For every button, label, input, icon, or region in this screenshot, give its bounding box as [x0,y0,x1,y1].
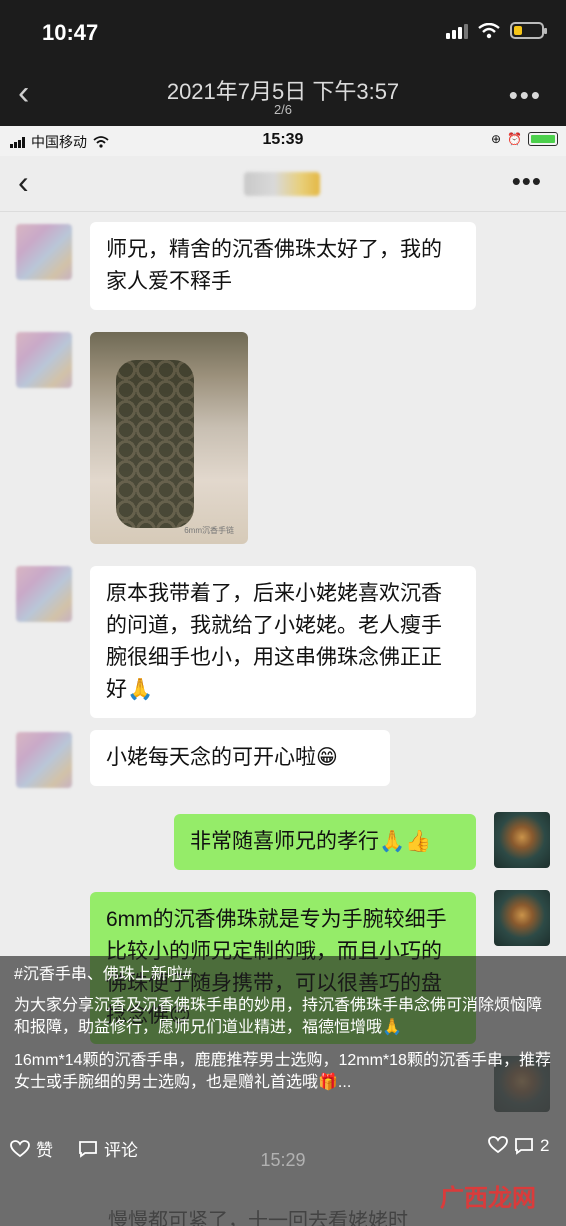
message-bubble: 原本我带着了，后来小姥姥喜欢沉香的问道，我就给了小姥姥。老人瘦手腕很细手也小，用… [90,566,476,718]
chat-header: ‹ ••• [0,156,566,212]
device-clock: 10:47 [42,20,99,45]
more-options-button[interactable]: ••• [509,80,542,111]
heart-icon [488,1136,508,1154]
friend-avatar[interactable] [16,732,72,788]
device-status-bar: 10:47 [0,0,566,64]
cellular-signal-icon [446,23,468,39]
post-paragraph[interactable]: 16mm*14颗的沉香手串，鹿鹿推荐男士选购，12mm*18颗的沉香手串，推荐女… [14,1050,554,1094]
post-paragraph: 为大家分享沉香及沉香佛珠手串的妙用，持沉香佛珠手串念佛可消除烦恼障和报障，助益修… [14,997,543,1036]
chat-back-button[interactable]: ‹ [18,164,29,201]
post-caption-overlay: #沉香手串、佛珠上新啦# 为大家分享沉香及沉香佛珠手串的妙用，持沉香佛珠手串念佛… [0,956,566,1226]
my-message-bubble: 非常随喜师兄的孝行🙏👍 [174,814,476,870]
like-button-right[interactable] [488,1136,508,1154]
friend-avatar[interactable] [16,566,72,622]
battery-charging-icon [528,132,558,146]
like-button[interactable]: 赞 [10,1136,53,1161]
friend-avatar[interactable] [16,224,72,280]
chat-contact-name-blurred [244,172,320,196]
battery-icon [510,22,547,39]
comment-count: 2 [540,1136,550,1155]
message-bubble: 小姥每天念的可开心啦😁 [90,730,390,786]
my-avatar[interactable] [494,812,550,868]
image-counter: 2/6 [273,102,293,117]
message-bubble: 师兄，精舍的沉香佛珠太好了，我的家人爱不释手 [90,222,476,310]
post-action-bar: 赞 评论 2 [0,1136,566,1176]
inner-status-bar: 中国移动 15:39 ⊕ ⏰ [0,126,566,156]
alarm-icon: ⏰ [507,132,522,146]
bead-bracelet-image [116,360,194,528]
friend-avatar[interactable] [16,332,72,388]
partial-message-text: 慢慢都可紧了，十一回去看姥姥时 [108,1210,408,1226]
my-avatar[interactable] [494,890,550,946]
inner-status-icons: ⊕ ⏰ [491,132,558,146]
bracelet-photo[interactable]: 6mm沉香手链 [90,332,248,544]
comment-label: 评论 [104,1141,138,1160]
chat-more-button[interactable]: ••• [512,166,542,197]
comment-icon [79,1140,97,1158]
comment-icon [515,1138,533,1155]
post-caption: #沉香手串、佛珠上新啦# 为大家分享沉香及沉香佛珠手串的妙用，持沉香佛珠手串念佛… [14,964,554,1105]
comment-count-button[interactable]: 2 [514,1136,549,1156]
site-watermark: 广西龙网 [440,1185,536,1212]
post-tags[interactable]: #沉香手串、佛珠上新啦# [14,964,554,986]
comment-button[interactable]: 评论 [78,1136,138,1161]
viewer-header: ‹ 2021年7月5日 下午3:57 2/6 ••• [0,64,566,126]
inner-clock: 15:39 [262,131,304,148]
device-status-icons [446,22,547,39]
rotation-lock-icon: ⊕ [490,132,502,146]
heart-icon [10,1139,30,1157]
photo-caption: 6mm沉香手链 [184,526,234,535]
wifi-icon [478,22,500,38]
like-label: 赞 [36,1141,53,1160]
